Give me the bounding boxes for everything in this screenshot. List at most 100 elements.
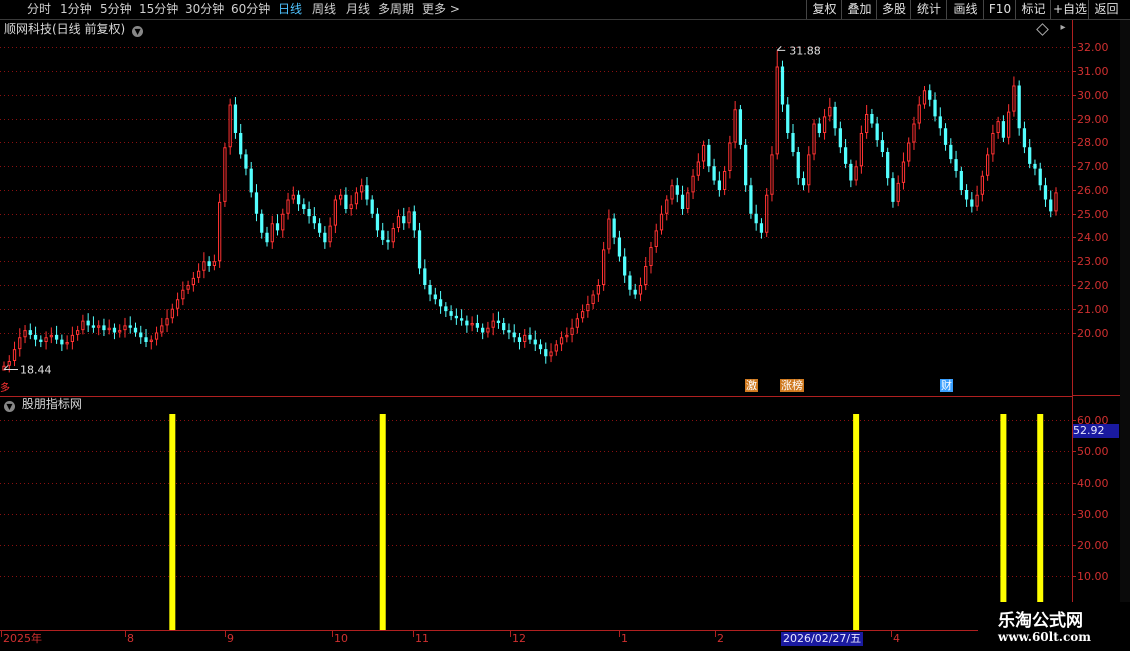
indicator-panel[interactable]: ▼ 股朋指标网 <box>0 396 1072 630</box>
candle <box>149 335 153 350</box>
signal-chart[interactable] <box>0 396 1072 630</box>
time-label-6: 1 <box>621 632 628 645</box>
tab-period-4[interactable]: 30分钟 <box>185 2 224 17</box>
candle <box>607 209 611 254</box>
candle <box>512 324 516 343</box>
toolbar-button-8[interactable]: 返回 <box>1088 0 1124 19</box>
event-marker-2[interactable]: 财 <box>940 379 953 392</box>
candle <box>565 327 569 343</box>
candle <box>891 172 895 208</box>
toolbar-button-3[interactable]: 统计 <box>910 0 947 19</box>
low-price-label: 18.44 <box>20 364 52 377</box>
candle <box>980 170 984 202</box>
indicator-tick-mark <box>1072 514 1076 515</box>
candle <box>402 207 406 230</box>
candle <box>465 315 469 333</box>
toolbar-button-0[interactable]: 复权 <box>806 0 842 19</box>
candle <box>18 328 22 357</box>
candle <box>459 309 464 326</box>
tab-period-7[interactable]: 周线 <box>312 2 336 17</box>
tab-period-3[interactable]: 15分钟 <box>139 2 178 17</box>
candle <box>407 207 411 229</box>
indicator-tick-mark <box>1072 483 1076 484</box>
toolbar-button-4[interactable]: 画线 <box>946 0 984 19</box>
candlestick-chart[interactable]: 31.88 18.44 <box>0 20 1072 395</box>
candle <box>665 195 669 221</box>
candle <box>886 147 890 186</box>
tab-period-1[interactable]: 1分钟 <box>60 2 92 17</box>
candle <box>954 150 958 178</box>
candle <box>775 50 779 160</box>
candle <box>270 215 274 249</box>
price-tick-mark <box>1072 166 1076 167</box>
candle <box>623 248 627 283</box>
tab-period-5[interactable]: 60分钟 <box>231 2 270 17</box>
candle <box>807 146 811 193</box>
candle <box>207 256 211 272</box>
candle <box>381 222 385 245</box>
candle <box>617 230 622 262</box>
price-tick-mark <box>1072 333 1076 334</box>
candle <box>975 185 979 211</box>
watermark-title: 乐淘公式网 <box>998 611 1083 631</box>
price-tick-label: 20.00 <box>1077 326 1109 340</box>
signal-bar <box>853 414 860 630</box>
tab-period-2[interactable]: 5分钟 <box>100 2 132 17</box>
time-label-3: 10 <box>334 632 348 645</box>
candle <box>712 158 716 185</box>
watermark: 乐淘公式网 www.60lt.com <box>978 602 1130 650</box>
candle <box>170 303 174 324</box>
side-panel-edge[interactable] <box>1120 20 1130 630</box>
event-marker-1[interactable]: 涨榜 <box>780 379 804 392</box>
candle <box>228 98 232 155</box>
candle <box>612 213 616 245</box>
time-label-4: 11 <box>415 632 429 645</box>
candle <box>985 147 990 181</box>
candle <box>275 214 280 236</box>
candle <box>928 84 932 107</box>
toolbar-button-7[interactable]: +自选 <box>1050 0 1089 19</box>
candle <box>575 313 579 334</box>
event-marker-0[interactable]: 激 <box>745 379 758 392</box>
candle <box>438 291 443 314</box>
candle <box>218 193 222 268</box>
candle <box>570 318 574 343</box>
price-tick-mark <box>1072 237 1076 238</box>
candle <box>1012 76 1016 117</box>
candle <box>917 96 921 130</box>
candle <box>339 188 343 206</box>
candle <box>212 254 217 271</box>
tab-period-9[interactable]: 多周期 <box>378 2 414 17</box>
candle <box>60 334 64 352</box>
candle <box>433 287 437 305</box>
tab-period-0[interactable]: 分时 <box>27 2 51 17</box>
indicator-current-value: 52.92 <box>1073 424 1119 438</box>
tab-period-8[interactable]: 月线 <box>346 2 370 17</box>
signal-bar <box>1000 414 1007 630</box>
toolbar-button-2[interactable]: 多股 <box>876 0 911 19</box>
candle <box>680 185 685 215</box>
candle <box>1049 190 1053 218</box>
toolbar-button-1[interactable]: 叠加 <box>841 0 877 19</box>
candle <box>733 101 737 149</box>
price-tick-label: 27.00 <box>1077 159 1109 173</box>
candle <box>281 208 285 238</box>
tab-period-10[interactable]: 更多 > <box>422 2 460 17</box>
toolbar-button-5[interactable]: F10 <box>983 0 1016 19</box>
price-chart-panel[interactable]: 顺网科技(日线 前复权) ▼ ▸ 31.88 18.44 激涨榜财 多 <box>0 20 1072 395</box>
candle <box>833 101 837 136</box>
toolbar-button-6[interactable]: 标记 <box>1015 0 1051 19</box>
candle <box>754 204 758 231</box>
candle <box>691 169 695 200</box>
candle <box>528 327 532 344</box>
tab-period-6[interactable]: 日线 <box>278 2 302 17</box>
candle <box>323 226 327 249</box>
candle <box>81 314 85 335</box>
candle <box>312 207 316 230</box>
candle <box>843 139 848 169</box>
price-tick-mark <box>1072 285 1076 286</box>
time-label-5: 12 <box>512 632 526 645</box>
price-tick-label: 26.00 <box>1077 183 1109 197</box>
candle <box>1007 104 1011 145</box>
indicator-tick-mark <box>1072 420 1076 421</box>
